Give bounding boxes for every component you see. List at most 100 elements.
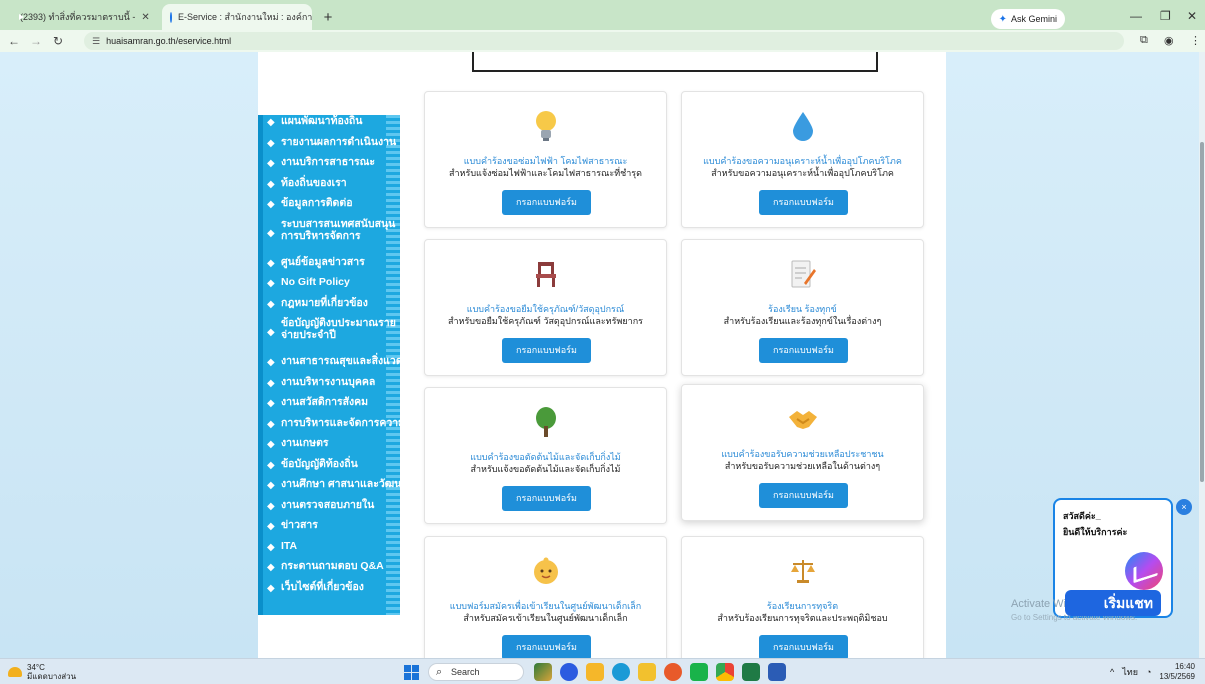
chair-icon	[425, 258, 666, 290]
chat-welcome: ยินดีให้บริการค่ะ	[1063, 527, 1128, 537]
sidebar-item-label: งานศึกษา ศาสนาและวัฒนธรรม	[281, 478, 400, 490]
minimize-button[interactable]: —	[1130, 9, 1142, 23]
sidebar-item[interactable]: ◆ ข่าวสาร	[263, 519, 400, 540]
fill-form-button[interactable]: กรอกแบบฟอร์ม	[759, 338, 848, 363]
fill-form-button[interactable]: กรอกแบบฟอร์ม	[502, 338, 591, 363]
start-chat-button[interactable]: เริ่มแชท	[1065, 590, 1161, 616]
weather-sun-icon	[8, 667, 22, 677]
card-title[interactable]: แบบฟอร์มสมัครเพื่อเข้าเรียนในศูนย์พัฒนาเ…	[429, 601, 662, 612]
forward-arrow-icon[interactable]: →	[28, 34, 44, 48]
card-title[interactable]: แบบคำร้องขอยืมใช้ครุภัณฑ์/วัสดุอุปกรณ์	[429, 304, 662, 315]
taskbar-app-icon[interactable]	[560, 663, 578, 681]
chat-close-button[interactable]: ×	[1176, 499, 1192, 515]
sidebar-item[interactable]: ◆ งานบริหารงานบุคคล	[263, 376, 400, 397]
taskbar-app-icon[interactable]	[534, 663, 552, 681]
line-icon[interactable]	[690, 663, 708, 681]
url-field[interactable]: ☰ huaisamran.go.th/eservice.html	[84, 32, 1124, 50]
sidebar-item[interactable]: ◆ งานสวัสดิการสังคม	[263, 396, 400, 417]
weather-widget[interactable]: 34°C มีแดดบางส่วน	[8, 663, 76, 681]
wifi-icon[interactable]: ◔	[1146, 667, 1151, 677]
fill-form-button[interactable]: กรอกแบบฟอร์ม	[759, 483, 848, 508]
card-description: สำหรับร้องเรียนและร้องทุกข์ในเรื่องต่างๆ	[723, 316, 882, 326]
site-info-icon[interactable]: ☰	[92, 36, 100, 47]
diamond-bullet-icon: ◆	[267, 541, 275, 553]
card-description: สำหรับแจ้งขอตัดต้นไม้และจัดเก็บกิ่งไม้	[470, 464, 621, 474]
fill-form-button[interactable]: กรอกแบบฟอร์ม	[502, 190, 591, 215]
fill-form-button[interactable]: กรอกแบบฟอร์ม	[502, 635, 591, 660]
sidebar-item[interactable]: ◆ No Gift Policy	[263, 276, 400, 297]
diamond-bullet-icon: ◆	[267, 459, 275, 471]
sidebar-item[interactable]: ◆ ข้อบัญญัติงบประมาณรายจ่ายประจำปี	[263, 317, 400, 355]
close-tab-icon[interactable]: ✕	[141, 12, 149, 23]
eservice-card: แบบฟอร์มสมัครเพื่อเข้าเรียนในศูนย์พัฒนาเ…	[424, 536, 667, 673]
sidebar-item[interactable]: ◆ เว็บไซต์ที่เกี่ยวข้อง	[263, 581, 400, 602]
firefox-icon[interactable]	[664, 663, 682, 681]
sidebar-item[interactable]: ◆ กระดานถามตอบ Q&A	[263, 560, 400, 581]
card-description: สำหรับร้องเรียนการทุจริตและประพฤติมิชอบ	[717, 613, 888, 623]
sidebar-item[interactable]: ◆ งานสาธารณสุขและสิ่งแวดล้อม	[263, 355, 400, 376]
new-tab-button[interactable]: +	[318, 4, 338, 30]
card-title[interactable]: ร้องเรียนการทุจริต	[686, 601, 919, 612]
extensions-icon[interactable]: ⧉	[1140, 34, 1148, 47]
sidebar-item[interactable]: ◆ ITA	[263, 540, 400, 561]
profile-icon[interactable]: ◉	[1164, 34, 1174, 47]
weather-temp: 34°C	[27, 663, 45, 672]
restore-button[interactable]: ❐	[1160, 9, 1171, 23]
system-tray: ^ ไทย ◔ 16:40 13/5/2569	[1110, 662, 1195, 682]
card-title[interactable]: แบบคำร้องขอความอนุเคราะห์น้ำเพื่ออุปโภคบ…	[686, 156, 919, 167]
sidebar-item[interactable]: ◆ กฎหมายที่เกี่ยวข้อง	[263, 297, 400, 318]
sidebar-item-label: ศูนย์ข้อมูลข่าวสาร	[281, 255, 365, 268]
fill-form-button[interactable]: กรอกแบบฟอร์ม	[759, 190, 848, 215]
sidebar-item[interactable]: ◆ ข้อมูลการติดต่อ	[263, 197, 400, 218]
sidebar-item[interactable]: ◆ งานเกษตร	[263, 437, 400, 458]
sidebar-item[interactable]: ◆ ท้องถิ่นของเรา	[263, 177, 400, 198]
sidebar-item[interactable]: ◆ รายงานผลการดำเนินงาน	[263, 136, 400, 157]
sidebar-item-label: งานสาธารณสุขและสิ่งแวดล้อม	[281, 355, 400, 367]
sidebar-item[interactable]: ◆ ข้อบัญญัติท้องถิ่น	[263, 458, 400, 479]
taskbar-search[interactable]: Search	[428, 663, 524, 681]
sidebar-item[interactable]: ◆ งานบริการสาธารณะ	[263, 156, 400, 177]
browser-tab-youtube[interactable]: (2393) ทำสิ่งที่ควรมาตราบนี้ - ✕	[6, 4, 156, 30]
browser-tab-eservice[interactable]: E-Service : สำนักงานใหม่ : องค์การ ✕	[162, 4, 312, 30]
page-scrollbar[interactable]	[1199, 52, 1205, 658]
diamond-bullet-icon: ◆	[267, 562, 275, 573]
sidebar-item[interactable]: ◆ งานศึกษา ศาสนาและวัฒนธรรม	[263, 478, 400, 499]
taskbar-app-icon[interactable]	[586, 663, 604, 681]
sidebar-item[interactable]: ◆ การบริหารและจัดการความเสี่ยง	[263, 417, 400, 438]
excel-icon[interactable]	[742, 663, 760, 681]
chevron-up-icon[interactable]: ^	[1110, 667, 1114, 677]
address-bar-row: ← → ↻ ☰ huaisamran.go.th/eservice.html ⧉…	[0, 30, 1205, 52]
lang-indicator[interactable]: ไทย	[1122, 665, 1138, 679]
sidebar-item-label: ระบบสารสนเทศสนับสนุนการบริหารจัดการ	[281, 217, 396, 242]
sidebar-item[interactable]: ◆ ระบบสารสนเทศสนับสนุนการบริหารจัดการ	[263, 218, 400, 256]
ask-gemini-button[interactable]: ✦ Ask Gemini	[990, 9, 1065, 29]
card-title[interactable]: แบบคำร้องขอตัดต้นไม้และจัดเก็บกิ่งไม้	[429, 452, 662, 463]
edge-icon[interactable]	[612, 663, 630, 681]
card-title[interactable]: แบบคำร้องขอรับความช่วยเหลือประชาชน	[686, 449, 919, 460]
file-explorer-icon[interactable]	[638, 663, 656, 681]
diamond-bullet-icon: ◆	[267, 439, 275, 450]
word-icon[interactable]	[768, 663, 786, 681]
clock-time: 16:40	[1174, 662, 1195, 671]
eservice-card: แบบคำร้องขอซ่อมไฟฟ้า โคมไฟสาธารณะ สำหรับแ…	[424, 91, 667, 228]
card-description: สำหรับสมัครเข้าเรียนในศูนย์พัฒนาเด็กเล็ก	[463, 613, 628, 623]
fill-form-button[interactable]: กรอกแบบฟอร์ม	[759, 635, 848, 660]
sidebar-item[interactable]: ◆ แผนพัฒนาท้องถิ่น	[263, 115, 400, 136]
card-title[interactable]: ร้องเรียน ร้องทุกข์	[686, 304, 919, 315]
windows-start-icon[interactable]	[404, 665, 419, 680]
back-arrow-icon[interactable]: ←	[6, 34, 22, 48]
reload-icon[interactable]: ↻	[50, 34, 66, 48]
card-title[interactable]: แบบคำร้องขอซ่อมไฟฟ้า โคมไฟสาธารณะ	[429, 156, 662, 167]
memo-icon	[682, 258, 923, 290]
fill-form-button[interactable]: กรอกแบบฟอร์ม	[502, 486, 591, 511]
sidebar-item[interactable]: ◆ ศูนย์ข้อมูลข่าวสาร	[263, 256, 400, 277]
close-window-button[interactable]: ✕	[1187, 9, 1197, 23]
card-description: สำหรับขอรับความช่วยเหลือในด้านต่างๆ	[724, 461, 881, 471]
chrome-icon[interactable]	[716, 663, 734, 681]
scrollbar-thumb[interactable]	[1200, 142, 1204, 482]
diamond-bullet-icon: ◆	[267, 199, 275, 210]
clock[interactable]: 16:40 13/5/2569	[1159, 662, 1195, 682]
sidebar-item[interactable]: ◆ งานตรวจสอบภายใน	[263, 499, 400, 520]
messenger-icon[interactable]	[1125, 552, 1163, 590]
menu-kebab-icon[interactable]: ⋮	[1190, 34, 1201, 47]
